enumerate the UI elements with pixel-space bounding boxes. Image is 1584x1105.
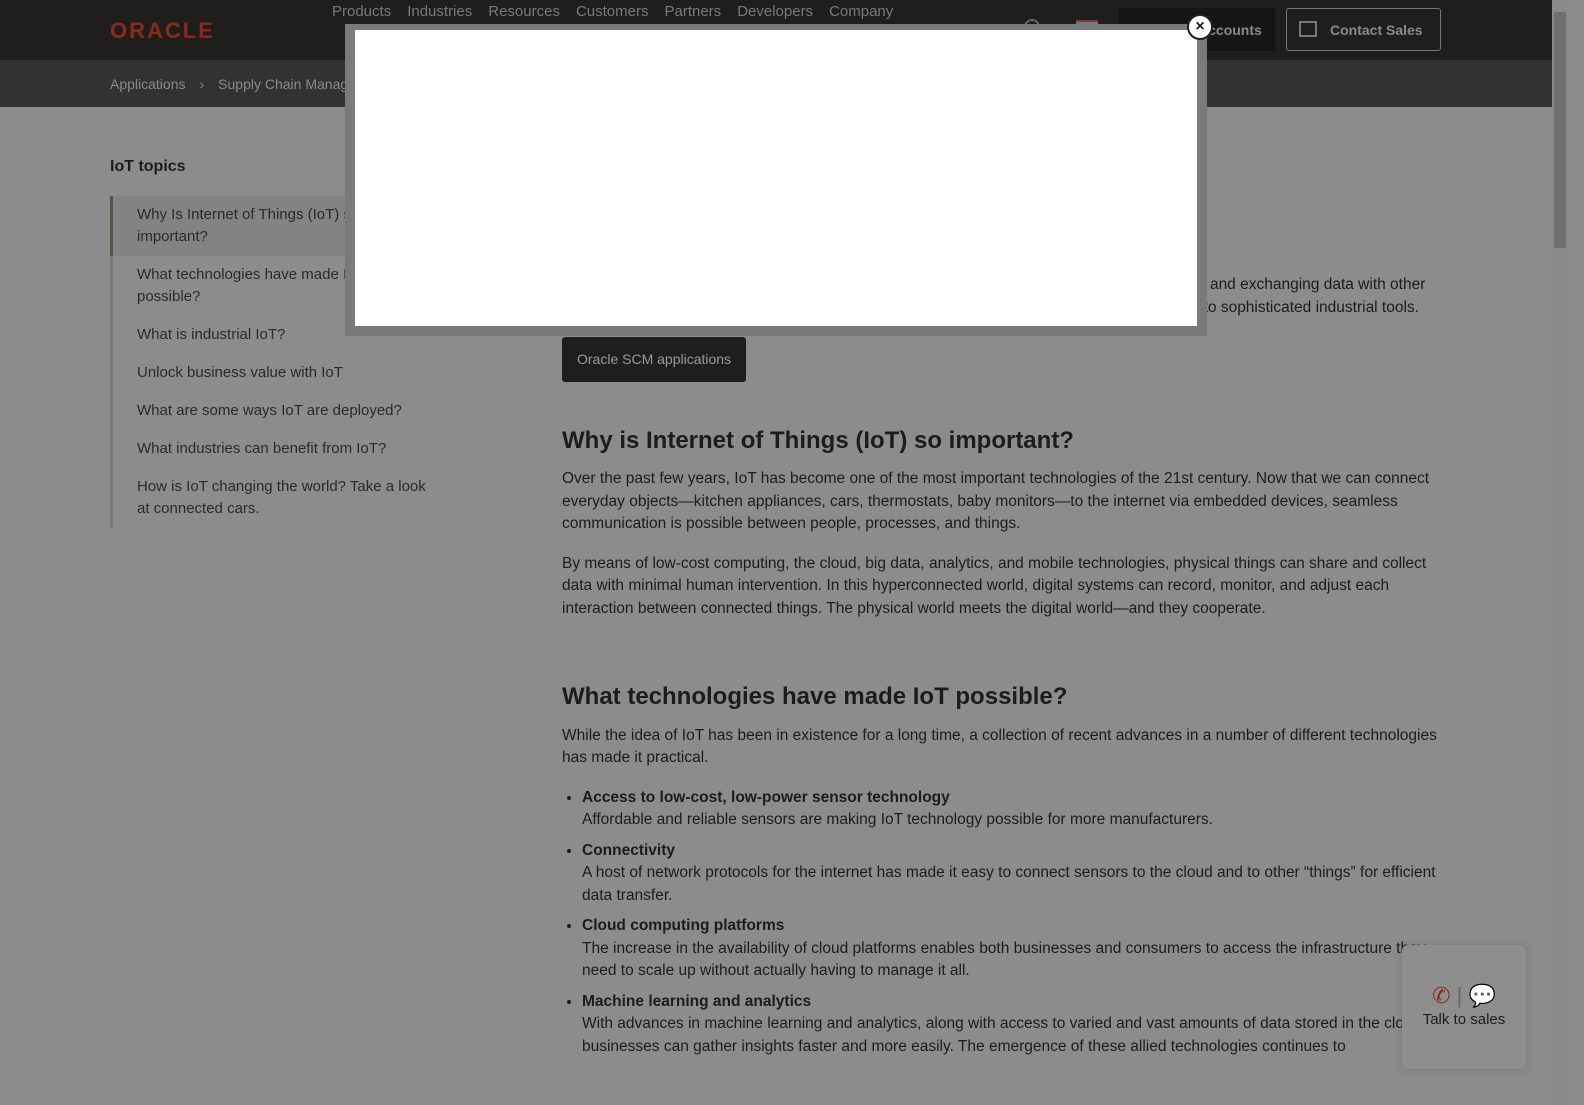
list-item: Access to low-cost, low-power sensor tec… xyxy=(582,787,1442,832)
menu-customers[interactable]: Customers xyxy=(576,3,649,20)
sidebar-item[interactable]: What industries can benefit from IoT? xyxy=(113,430,430,468)
item-title: Connectivity xyxy=(582,841,676,859)
talk-to-sales-label: Talk to sales xyxy=(1422,1011,1506,1028)
oracle-scm-button[interactable]: Oracle SCM applications xyxy=(562,337,747,382)
talk-to-sales-widget[interactable]: ✆ | 💬 Talk to sales xyxy=(1402,945,1526,1069)
chevron-right-icon: › xyxy=(199,76,205,92)
phone-icon: ✆ xyxy=(1432,983,1451,1008)
item-desc: The increase in the availability of clou… xyxy=(582,939,1426,980)
list-item: Connectivity A host of network protocols … xyxy=(582,840,1442,908)
item-desc: Affordable and reliable sensors are maki… xyxy=(582,811,1213,828)
item-title: Machine learning and analytics xyxy=(582,992,812,1010)
menu-industries[interactable]: Industries xyxy=(407,3,472,20)
menu-resources[interactable]: Resources xyxy=(488,3,560,20)
item-desc: With advances in machine learning and an… xyxy=(582,1015,1426,1055)
section-heading: Why is Internet of Things (IoT) so impor… xyxy=(562,426,1074,454)
scrollbar-thumb[interactable] xyxy=(1554,12,1566,248)
menu-products[interactable]: Products xyxy=(332,3,391,20)
main-content: …are embedded with sensors, software, an… xyxy=(562,274,1442,1066)
sidebar-item[interactable]: How is IoT changing the world? Take a lo… xyxy=(113,468,430,528)
chat-bubble-icon: 💬 xyxy=(1468,983,1496,1008)
main-menu: Products Industries Resources Customers … xyxy=(332,3,893,20)
contact-sales-label: Contact Sales xyxy=(1330,22,1423,38)
breadcrumb-applications[interactable]: Applications xyxy=(110,76,186,92)
close-icon[interactable]: × xyxy=(1187,14,1213,40)
item-title: Cloud computing platforms xyxy=(582,917,785,934)
section-heading: What technologies have made IoT possible… xyxy=(562,683,1068,710)
menu-developers[interactable]: Developers xyxy=(737,3,813,20)
paragraph: By means of low-cost computing, the clou… xyxy=(562,554,1427,617)
chat-icon xyxy=(1299,21,1317,37)
oracle-logo[interactable]: ORACLE xyxy=(110,18,215,44)
sidebar-item[interactable]: Unlock business value with IoT xyxy=(113,354,430,392)
menu-partners[interactable]: Partners xyxy=(664,3,721,20)
item-title: Access to low-cost, low-power sensor tec… xyxy=(582,788,950,806)
list-item: Cloud computing platforms The increase in… xyxy=(582,915,1442,983)
menu-company[interactable]: Company xyxy=(829,3,893,20)
list-item: Machine learning and analytics With advan… xyxy=(582,991,1442,1059)
item-desc: A host of network protocols for the inte… xyxy=(582,864,1436,904)
paragraph: Over the past few years, IoT has become … xyxy=(562,470,1430,532)
tech-list: Access to low-cost, low-power sensor tec… xyxy=(582,787,1442,1059)
modal-dialog xyxy=(355,30,1197,326)
sidebar-item[interactable]: What are some ways IoT are deployed? xyxy=(113,392,430,430)
contact-sales-button[interactable]: Contact Sales xyxy=(1286,8,1441,51)
paragraph: While the idea of IoT has been in existe… xyxy=(562,726,1437,767)
